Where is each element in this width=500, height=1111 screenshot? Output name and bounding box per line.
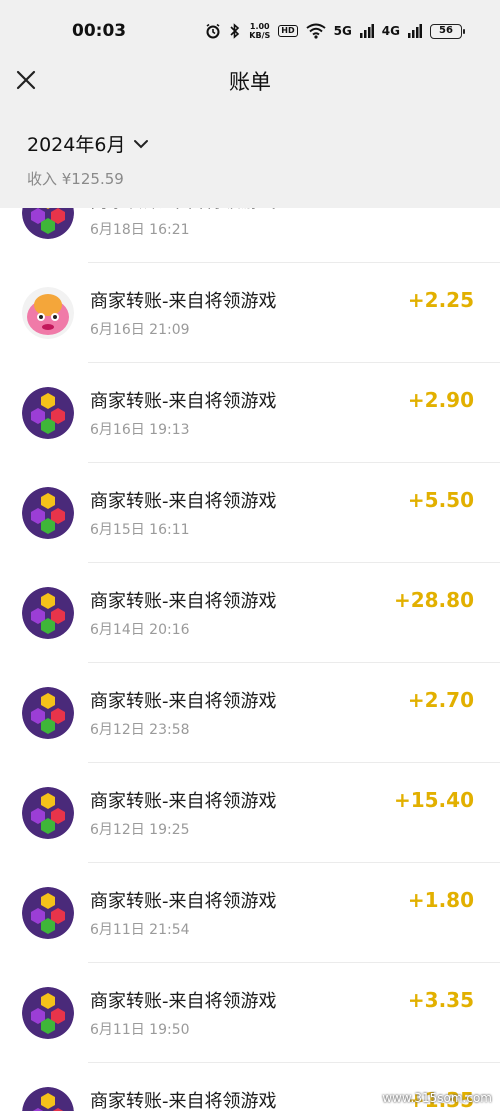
transaction-date: 6月11日 19:50 bbox=[90, 1022, 190, 1038]
month-selector[interactable]: 2024年6月 bbox=[27, 130, 149, 157]
transaction-title: 商家转账-来自将领游戏 bbox=[90, 791, 277, 812]
transaction-title: 商家转账-来自将领游戏 bbox=[90, 691, 277, 712]
transaction-title: 商家转账-来自将领游戏 bbox=[90, 291, 277, 312]
transaction-amount: +15.40 bbox=[393, 788, 474, 812]
wifi-icon bbox=[305, 23, 326, 39]
transaction-date: 6月12日 23:58 bbox=[90, 722, 190, 738]
net-speed-value: 1.00 bbox=[249, 22, 270, 31]
alarm-icon bbox=[206, 23, 220, 39]
transaction-date: 6月15日 16:11 bbox=[90, 522, 190, 538]
transaction-title: 商家转账-来自将领游戏 bbox=[90, 1091, 277, 1111]
month-filter-panel: 2024年6月 收入 ¥125.59 bbox=[0, 112, 500, 208]
signal-icon bbox=[359, 24, 374, 38]
transaction-row[interactable]: 商家转账-来自将领游戏 6月16日 21:09 +2.25 bbox=[0, 263, 500, 363]
transaction-title: 商家转账-来自将领游戏 bbox=[90, 491, 277, 512]
transaction-row[interactable]: 商家转账-来自将领游戏 6月16日 19:13 +2.90 bbox=[0, 363, 500, 463]
transaction-title: 商家转账-来自将领游戏 bbox=[90, 891, 277, 912]
hexagon-game-icon bbox=[22, 487, 74, 539]
battery-icon: 56 bbox=[430, 23, 465, 39]
transaction-amount: +28.80 bbox=[393, 588, 474, 612]
transaction-amount: +5.50 bbox=[407, 488, 474, 512]
transaction-amount: +2.25 bbox=[407, 288, 474, 312]
transaction-date: 6月18日 16:21 bbox=[90, 222, 190, 238]
transaction-row[interactable]: 商家转账-来自将领游戏 6月11日 19:50 +3.35 bbox=[0, 963, 500, 1063]
chevron-down-icon bbox=[134, 139, 149, 148]
transaction-date: 6月16日 19:13 bbox=[90, 422, 190, 438]
transaction-title: 商家转账-来自将领游戏 bbox=[90, 991, 277, 1012]
transaction-row[interactable]: 商家转账-来自将领游戏 6月11日 21:54 +1.80 bbox=[0, 863, 500, 963]
watermark: www.315som.com bbox=[382, 1091, 492, 1105]
transaction-row[interactable]: 商家转账-来自将领游戏 6月15日 16:11 +5.50 bbox=[0, 463, 500, 563]
transaction-title: 商家转账-来自将领游戏 bbox=[90, 208, 277, 213]
hexagon-game-icon bbox=[22, 387, 74, 439]
page-title: 账单 bbox=[229, 70, 271, 94]
signal-icon-2 bbox=[408, 24, 422, 38]
transaction-row[interactable]: 商家转账-来自将领游戏 6月12日 19:25 +15.40 bbox=[0, 763, 500, 863]
income-summary: 收入 ¥125.59 bbox=[27, 170, 124, 188]
transaction-date: 6月14日 20:16 bbox=[90, 622, 190, 638]
hexagon-game-icon bbox=[22, 1087, 74, 1111]
transaction-amount: +1.80 bbox=[407, 888, 474, 912]
transaction-date: 6月11日 21:54 bbox=[90, 922, 190, 938]
transaction-date: 6月12日 19:25 bbox=[90, 822, 190, 838]
hd-icon: HD bbox=[278, 25, 298, 37]
transaction-title: 商家转账-来自将领游戏 bbox=[90, 591, 277, 612]
hexagon-game-icon bbox=[22, 787, 74, 839]
status-time: 00:03 bbox=[72, 21, 127, 41]
transaction-row[interactable]: 商家转账-来自将领游戏 6月12日 23:58 +2.70 bbox=[0, 663, 500, 763]
transaction-row[interactable]: 商家转账-来自将领游戏 6月14日 20:16 +28.80 bbox=[0, 563, 500, 663]
transaction-list[interactable]: 商家转账-来自将领游戏 6月18日 16:21 +5.90 商家转账-来自将领游戏 6月… bbox=[0, 208, 500, 1111]
hexagon-game-icon bbox=[22, 587, 74, 639]
hexagon-game-icon bbox=[22, 887, 74, 939]
net-speed: 1.00 KB/S bbox=[249, 22, 270, 40]
hexagon-game-icon bbox=[22, 987, 74, 1039]
pink-character-icon bbox=[22, 287, 74, 339]
transaction-amount: +2.90 bbox=[407, 388, 474, 412]
hexagon-game-icon bbox=[22, 687, 74, 739]
transaction-amount: +5.90 bbox=[408, 208, 474, 212]
transaction-amount: +3.35 bbox=[407, 988, 474, 1012]
transaction-amount: +2.70 bbox=[407, 688, 474, 712]
net-speed-unit: KB/S bbox=[249, 31, 271, 40]
month-label: 2024年6月 bbox=[27, 134, 126, 156]
status-icons: 1.00 KB/S HD 5G 4G 56 bbox=[205, 22, 465, 40]
transaction-row[interactable]: 商家转账-来自将领游戏 6月18日 16:21 +5.90 bbox=[0, 208, 500, 263]
bluetooth-icon bbox=[230, 23, 240, 39]
nav-bar: 账单 bbox=[0, 60, 500, 112]
signal-4g-label: 4G bbox=[381, 24, 400, 38]
transaction-date: 6月16日 21:09 bbox=[90, 322, 190, 338]
transaction-title: 商家转账-来自将领游戏 bbox=[90, 391, 277, 412]
status-bar: 00:03 1.00 KB/S HD 5G 4G 56 bbox=[0, 0, 500, 60]
signal-5g-label: 5G bbox=[333, 24, 352, 38]
hexagon-game-icon bbox=[22, 208, 74, 239]
